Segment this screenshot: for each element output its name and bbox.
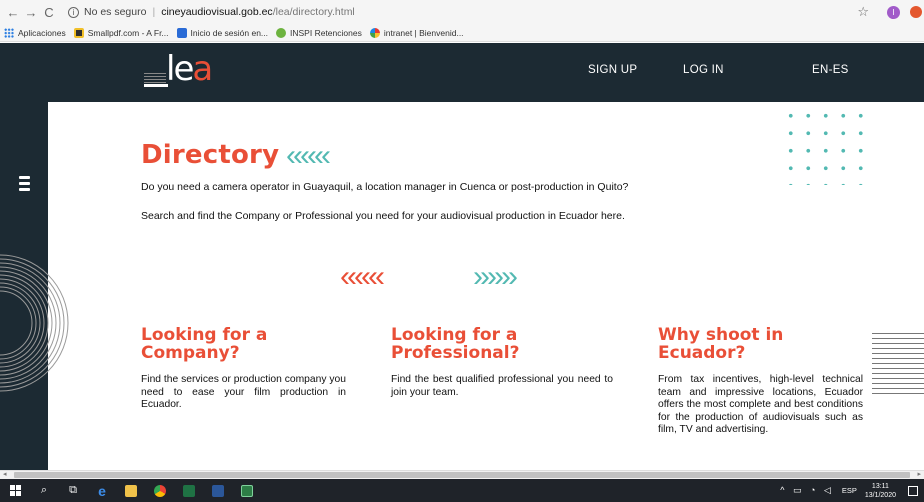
scrollbar-thumb[interactable] xyxy=(14,472,910,478)
excel-icon[interactable] xyxy=(182,484,196,498)
clock[interactable]: 13:11 13/1/2020 xyxy=(865,482,896,500)
screen: ← → C i No es seguro | cineyaudiovisual.… xyxy=(0,0,924,502)
decorative-dot-grid xyxy=(782,107,870,185)
company-card-text: Find the services or production company … xyxy=(141,374,346,410)
system-tray: ^ ▭ ◔ ◁ ESP 13:11 13/1/2020 xyxy=(780,479,924,502)
intro-line-1: Do you need a camera operator in Guayaqu… xyxy=(141,181,629,193)
intro-line-2: Search and find the Company or Professio… xyxy=(141,210,625,222)
search-icon[interactable]: ⌕ xyxy=(37,484,51,498)
hamburger-menu-icon[interactable] xyxy=(19,176,30,191)
language-toggle[interactable]: EN-ES xyxy=(812,64,849,76)
clock-time: 13:11 xyxy=(871,482,889,490)
bookmark-zoho[interactable]: Inicio de sesión en... xyxy=(176,27,269,38)
horizontal-scrollbar[interactable]: ◂ ▸ xyxy=(0,470,924,479)
chrome-icon[interactable] xyxy=(153,484,167,498)
site-logo[interactable]: lea xyxy=(144,49,214,93)
extension-icon[interactable] xyxy=(910,6,922,18)
apps-icon xyxy=(4,27,14,38)
professional-card-title[interactable]: Looking for a Professional? xyxy=(391,326,613,362)
why-ecuador-card-text: From tax incentives, high-level technica… xyxy=(658,374,863,435)
windows-taskbar: ⌕ ⧉ e ^ ▭ ◔ ◁ ESP 13:11 13/1/2020 xyxy=(0,479,924,502)
zoho-icon xyxy=(176,27,187,38)
bookmark-label: Smallpdf.com - A Fr... xyxy=(87,27,169,38)
why-ecuador-card[interactable]: Why shoot in Ecuador? From tax incentive… xyxy=(658,326,863,437)
bookmark-smallpdf[interactable]: Smallpdf.com - A Fr... xyxy=(73,27,169,38)
bookmark-intranet[interactable]: intranet | Bienvenid... xyxy=(369,27,464,38)
bookmarks-bar: Aplicaciones Smallpdf.com - A Fr... Inic… xyxy=(0,24,924,42)
edge-icon[interactable]: e xyxy=(95,483,109,499)
file-explorer-icon[interactable] xyxy=(124,484,138,498)
scroll-left-icon[interactable]: ◂ xyxy=(3,471,7,479)
professional-card[interactable]: Looking for a Professional? Find the bes… xyxy=(391,326,613,399)
bookmark-label: INSPI Retenciones xyxy=(290,27,362,38)
address-bar[interactable]: i No es seguro | cineyaudiovisual.gob.ec… xyxy=(68,6,355,18)
url-host: cineyaudiovisual.gob.ec xyxy=(161,6,273,18)
browser-toolbar: ← → C i No es seguro | cineyaudiovisual.… xyxy=(0,0,924,24)
company-card[interactable]: Looking for a Company? Find the services… xyxy=(141,326,346,412)
logo-bar xyxy=(144,84,168,87)
bookmark-star-icon[interactable]: ☆ xyxy=(857,4,869,20)
url-path: /lea/directory.html xyxy=(272,6,355,18)
chevrons-right-decoration: ›››››› xyxy=(473,260,518,293)
signup-link[interactable]: SIGN UP xyxy=(588,64,637,76)
login-link[interactable]: LOG IN xyxy=(683,64,724,76)
bookmark-label: intranet | Bienvenid... xyxy=(383,27,464,38)
word-icon[interactable] xyxy=(211,484,225,498)
web-page: lea SIGN UP LOG IN EN-ES Directory ‹‹‹‹‹… xyxy=(0,43,924,470)
scroll-right-icon[interactable]: ▸ xyxy=(917,471,921,479)
decorative-arcs xyxy=(0,254,69,392)
page-title: Directory xyxy=(141,140,280,170)
professional-card-text: Find the best qualified professional you… xyxy=(391,374,613,398)
bookmark-label: Inicio de sesión en... xyxy=(190,27,269,38)
smallpdf-icon xyxy=(73,27,84,38)
site-header: lea SIGN UP LOG IN EN-ES xyxy=(48,43,924,102)
clock-date: 13/1/2020 xyxy=(864,491,896,499)
forward-button[interactable]: → xyxy=(22,5,40,20)
windows-icon[interactable] xyxy=(8,484,22,498)
tray-icons[interactable]: ^ ▭ ◔ ◁ xyxy=(780,485,834,496)
info-icon[interactable]: i xyxy=(68,6,79,18)
company-card-title[interactable]: Looking for a Company? xyxy=(141,326,346,362)
address-separator: | xyxy=(152,6,156,18)
input-language[interactable]: ESP xyxy=(842,486,857,495)
why-ecuador-card-title[interactable]: Why shoot in Ecuador? xyxy=(658,326,863,362)
back-button[interactable]: ← xyxy=(4,5,22,20)
security-label: No es seguro xyxy=(84,6,147,18)
logo-wordmark: lea xyxy=(166,49,213,89)
notifications-icon[interactable] xyxy=(908,485,918,496)
profile-avatar[interactable]: I xyxy=(887,5,900,19)
inspi-icon xyxy=(276,27,287,38)
bookmark-label: Aplicaciones xyxy=(18,27,66,38)
bookmark-apps[interactable]: Aplicaciones xyxy=(4,27,66,38)
intranet-icon xyxy=(369,27,380,38)
title-chevrons-decoration: ‹‹‹‹‹‹ xyxy=(286,139,331,172)
task-view-icon[interactable]: ⧉ xyxy=(66,484,80,498)
bookmark-inspi[interactable]: INSPI Retenciones xyxy=(276,27,362,38)
app-icon[interactable] xyxy=(240,484,254,498)
decorative-lines xyxy=(872,333,924,399)
chevrons-left-decoration: ‹‹‹‹‹‹ xyxy=(340,260,385,293)
reload-button[interactable]: C xyxy=(40,5,58,20)
